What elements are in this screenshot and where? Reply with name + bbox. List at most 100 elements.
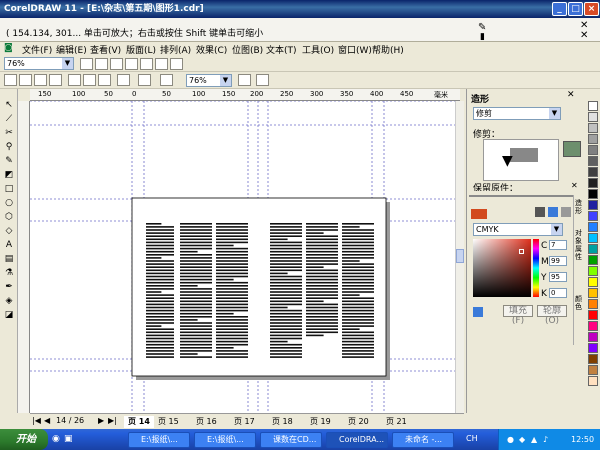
- zoom-combo[interactable]: 76% ▼: [186, 74, 232, 87]
- color-model-select[interactable]: CMYK ▼: [473, 223, 563, 236]
- save-icon[interactable]: [34, 74, 47, 86]
- paste-icon[interactable]: [98, 74, 111, 86]
- quick-launch-icon[interactable]: ▣: [64, 434, 73, 444]
- palette-swatch[interactable]: [588, 156, 598, 166]
- quick-launch-icon[interactable]: ◉: [52, 434, 60, 444]
- scroll-thumb[interactable]: [456, 249, 464, 263]
- page-tab[interactable]: 页 17: [234, 416, 255, 428]
- palette-swatch[interactable]: [588, 354, 598, 364]
- menu-effects[interactable]: 效果(C): [196, 43, 227, 56]
- palette-swatch[interactable]: [588, 145, 598, 155]
- palette-swatch[interactable]: [588, 178, 598, 188]
- fill-button[interactable]: 填充(F): [503, 305, 533, 326]
- print-icon[interactable]: [49, 74, 62, 86]
- color-sliders-icon[interactable]: [548, 207, 558, 217]
- palette-swatch[interactable]: [588, 255, 598, 265]
- docker-close-icon[interactable]: ✕: [567, 90, 575, 100]
- zoom-selected-icon[interactable]: [110, 58, 123, 70]
- palette-swatch[interactable]: [588, 321, 598, 331]
- copy-icon[interactable]: [83, 74, 96, 86]
- side-tab-color[interactable]: 颜色: [575, 295, 584, 311]
- vertical-scrollbar[interactable]: [455, 101, 464, 413]
- side-tab-object-properties[interactable]: 对象属性: [575, 229, 584, 261]
- menu-arrange[interactable]: 排列(A): [160, 43, 191, 56]
- ellipse-tool-icon[interactable]: ○: [3, 197, 15, 209]
- side-tab-shaping[interactable]: 造形: [575, 199, 584, 215]
- palette-swatch[interactable]: [588, 200, 598, 210]
- text-tool-icon[interactable]: A: [3, 239, 15, 251]
- fill-tool-icon[interactable]: ◈: [3, 295, 15, 307]
- close-button[interactable]: ×: [584, 2, 599, 16]
- black-input[interactable]: 0: [549, 288, 567, 298]
- menu-tools[interactable]: 工具(O): [302, 43, 334, 56]
- palette-swatch[interactable]: [588, 211, 598, 221]
- undo-icon[interactable]: [117, 74, 130, 86]
- maximize-button[interactable]: □: [568, 2, 583, 16]
- shape-tool-icon[interactable]: ⟋: [3, 113, 15, 125]
- menu-view[interactable]: 查看(V): [90, 43, 121, 56]
- menu-bitmaps[interactable]: 位图(B): [232, 43, 263, 56]
- open-icon[interactable]: [19, 74, 32, 86]
- palette-swatch[interactable]: [588, 244, 598, 254]
- menu-window[interactable]: 窗口(W): [338, 43, 372, 56]
- redo-icon[interactable]: [138, 74, 151, 86]
- yellow-input[interactable]: 95: [549, 272, 567, 282]
- tray-icon[interactable]: ▲: [531, 429, 537, 450]
- tray-icon[interactable]: ●: [507, 429, 514, 450]
- palette-swatch[interactable]: [588, 189, 598, 199]
- zoom-tool-icon[interactable]: ⚲: [3, 141, 15, 153]
- cut-icon[interactable]: [68, 74, 81, 86]
- outline-button[interactable]: 轮廓(O): [537, 305, 567, 326]
- palette-swatch[interactable]: [588, 222, 598, 232]
- menu-text[interactable]: 文本(T): [266, 43, 297, 56]
- color-palettes-icon[interactable]: [561, 207, 571, 217]
- palette-swatch[interactable]: [588, 332, 598, 342]
- next-page-icon[interactable]: ▶: [98, 416, 104, 425]
- palette-swatch[interactable]: [588, 299, 598, 309]
- freehand-tool-icon[interactable]: ✎: [3, 155, 15, 167]
- page-tab[interactable]: 页 19: [310, 416, 331, 428]
- auto-apply-icon[interactable]: [473, 307, 483, 317]
- hue-slider[interactable]: [533, 239, 539, 297]
- zoom-width-icon[interactable]: [155, 58, 168, 70]
- menu-file[interactable]: 文件(F): [22, 43, 52, 56]
- prev-page-icon[interactable]: ◀: [44, 416, 50, 425]
- palette-swatch[interactable]: [588, 266, 598, 276]
- magenta-input[interactable]: 99: [549, 256, 567, 266]
- interactive-blend-icon[interactable]: ▤: [3, 253, 15, 265]
- taskbar-item-active[interactable]: CorelDRA...: [326, 432, 388, 448]
- page-tab[interactable]: 页 21: [386, 416, 407, 428]
- tray-icon[interactable]: ◆: [519, 429, 525, 450]
- start-button[interactable]: 开始: [0, 429, 48, 450]
- basic-shapes-icon[interactable]: ◇: [3, 225, 15, 237]
- smart-fill-icon[interactable]: ◩: [3, 169, 15, 181]
- app-launcher-icon[interactable]: [238, 74, 251, 86]
- menu-help[interactable]: 帮助(H): [372, 43, 404, 56]
- drawing-canvas[interactable]: [30, 101, 455, 413]
- crop-tool-icon[interactable]: ✂: [3, 127, 15, 139]
- new-icon[interactable]: [4, 74, 17, 86]
- import-icon[interactable]: [160, 74, 173, 86]
- palette-swatch[interactable]: [588, 123, 598, 133]
- page-tab[interactable]: 页 16: [196, 416, 217, 428]
- pick-tool-icon[interactable]: ↖: [3, 99, 15, 111]
- first-page-icon[interactable]: |◀: [32, 416, 41, 425]
- taskbar-item[interactable]: E:\报纸\...: [128, 432, 190, 448]
- palette-swatch[interactable]: [588, 134, 598, 144]
- palette-swatch[interactable]: [588, 101, 598, 111]
- menu-edit[interactable]: 编辑(E): [56, 43, 87, 56]
- zoom-in-icon[interactable]: [80, 58, 93, 70]
- zoom-out-icon[interactable]: [95, 58, 108, 70]
- palette-swatch[interactable]: [588, 365, 598, 375]
- palette-swatch[interactable]: [588, 310, 598, 320]
- zoom-all-icon[interactable]: [125, 58, 138, 70]
- rectangle-tool-icon[interactable]: □: [3, 183, 15, 195]
- taskbar-item[interactable]: 未命名 -...: [392, 432, 454, 448]
- zoom-level-combo[interactable]: 76% ▼: [4, 57, 74, 70]
- cyan-input[interactable]: 7: [549, 240, 567, 250]
- page-tab[interactable]: 页 15: [158, 416, 179, 428]
- color-viewer-icon[interactable]: [535, 207, 545, 217]
- page-tab[interactable]: 页 20: [348, 416, 369, 428]
- page-tab-active[interactable]: 页 14: [124, 416, 154, 428]
- eyedropper-tool-icon[interactable]: ⚗: [3, 267, 15, 279]
